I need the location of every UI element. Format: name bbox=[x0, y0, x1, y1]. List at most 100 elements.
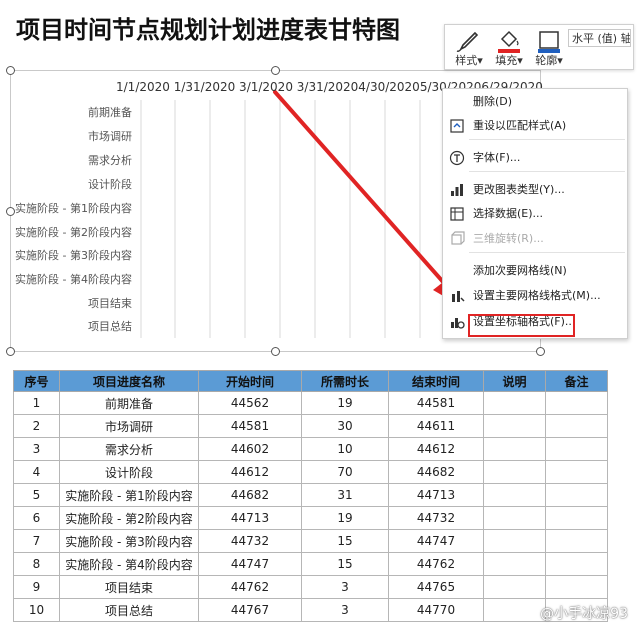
table-cell[interactable]: 44602 bbox=[198, 437, 302, 461]
table-row: 2 市场调研 44581 30 44611 bbox=[13, 414, 608, 438]
table-cell[interactable]: 44747 bbox=[198, 552, 302, 576]
table-cell[interactable]: 44762 bbox=[388, 552, 484, 576]
table-cell[interactable] bbox=[483, 414, 546, 438]
table-cell[interactable]: 15 bbox=[301, 529, 389, 553]
table-cell[interactable]: 前期准备 bbox=[59, 391, 199, 415]
menu-item-label: 删除(D) bbox=[473, 95, 513, 108]
table-cell[interactable]: 44612 bbox=[198, 460, 302, 484]
table-cell[interactable]: 44713 bbox=[388, 483, 484, 507]
menu-item-5[interactable]: 选择数据(E)... bbox=[443, 203, 627, 225]
table-cell[interactable]: 44562 bbox=[198, 391, 302, 415]
y-axis-category-label: 需求分析 bbox=[88, 154, 132, 167]
table-cell[interactable]: 市场调研 bbox=[59, 414, 199, 438]
table-cell[interactable] bbox=[483, 598, 546, 622]
table-cell[interactable]: 设计阶段 bbox=[59, 460, 199, 484]
table-cell[interactable]: 实施阶段 - 第3阶段内容 bbox=[59, 529, 199, 553]
table-cell[interactable]: 44770 bbox=[388, 598, 484, 622]
table-cell[interactable]: 44732 bbox=[388, 506, 484, 530]
table-cell[interactable] bbox=[545, 506, 608, 530]
table-cell[interactable]: 44581 bbox=[388, 391, 484, 415]
table-cell[interactable]: 15 bbox=[301, 552, 389, 576]
table-header-cell[interactable]: 开始时间 bbox=[198, 370, 302, 392]
table-cell[interactable] bbox=[483, 391, 546, 415]
table-cell[interactable]: 项目总结 bbox=[59, 598, 199, 622]
chart-element-select[interactable]: 水平 (值) 轴 bbox=[568, 29, 631, 47]
table-cell[interactable]: 2 bbox=[13, 414, 60, 438]
table-cell[interactable] bbox=[545, 391, 608, 415]
table-cell[interactable]: 10 bbox=[301, 437, 389, 461]
table-cell[interactable] bbox=[545, 552, 608, 576]
menu-item-2[interactable]: 重设以匹配样式(A) bbox=[443, 115, 627, 137]
table-cell[interactable]: 8 bbox=[13, 552, 60, 576]
table-cell[interactable] bbox=[483, 437, 546, 461]
table-cell[interactable]: 44762 bbox=[198, 575, 302, 599]
table-cell[interactable]: 4 bbox=[13, 460, 60, 484]
style-button[interactable]: 样式▾ bbox=[449, 27, 489, 67]
table-cell[interactable]: 5 bbox=[13, 483, 60, 507]
table-cell[interactable]: 44732 bbox=[198, 529, 302, 553]
table-cell[interactable]: 需求分析 bbox=[59, 437, 199, 461]
menu-item-1[interactable]: 删除(D) bbox=[443, 91, 627, 113]
table-cell[interactable]: 19 bbox=[301, 391, 389, 415]
table-header-cell[interactable]: 备注 bbox=[545, 370, 608, 392]
table-cell[interactable]: 44765 bbox=[388, 575, 484, 599]
table-cell[interactable] bbox=[483, 506, 546, 530]
table-cell[interactable]: 3 bbox=[13, 437, 60, 461]
menu-item-label: 设置主要网格线格式(M)... bbox=[473, 289, 601, 302]
menu-item-8[interactable]: 设置主要网格线格式(M)... bbox=[443, 285, 627, 307]
table-row: 8 实施阶段 - 第4阶段内容 44747 15 44762 bbox=[13, 552, 608, 576]
table-cell[interactable]: 70 bbox=[301, 460, 389, 484]
fill-button[interactable]: 填充▾ bbox=[489, 27, 529, 67]
table-cell[interactable]: 44611 bbox=[388, 414, 484, 438]
table-cell[interactable]: 19 bbox=[301, 506, 389, 530]
menu-item-label: 重设以匹配样式(A) bbox=[473, 119, 567, 132]
table-header-cell[interactable]: 项目进度名称 bbox=[59, 370, 199, 392]
paint-bucket-icon bbox=[498, 30, 520, 53]
table-cell[interactable] bbox=[545, 437, 608, 461]
table-cell[interactable]: 10 bbox=[13, 598, 60, 622]
table-cell[interactable]: 实施阶段 - 第1阶段内容 bbox=[59, 483, 199, 507]
y-axis-category-label: 实施阶段 - 第3阶段内容 bbox=[15, 249, 132, 262]
menu-item-7[interactable]: 添加次要网格线(N) bbox=[443, 260, 627, 282]
table-cell[interactable]: 6 bbox=[13, 506, 60, 530]
table-cell[interactable]: 44682 bbox=[388, 460, 484, 484]
table-row: 3 需求分析 44602 10 44612 bbox=[13, 437, 608, 461]
table-cell[interactable] bbox=[483, 575, 546, 599]
table-cell[interactable]: 44767 bbox=[198, 598, 302, 622]
table-cell[interactable]: 44713 bbox=[198, 506, 302, 530]
table-cell[interactable]: 44747 bbox=[388, 529, 484, 553]
table-cell[interactable]: 3 bbox=[301, 575, 389, 599]
outline-button[interactable]: 轮廓▾ bbox=[529, 27, 569, 67]
table-header-cell[interactable]: 所需时长 bbox=[301, 370, 389, 392]
table-cell[interactable] bbox=[545, 414, 608, 438]
schedule-table: 序号 项目进度名称 开始时间 所需时长 结束时间 说明 备注 1 前期准备 44562 19 445… bbox=[13, 370, 608, 622]
table-cell[interactable] bbox=[483, 483, 546, 507]
menu-item-3[interactable]: 字体(F)... bbox=[443, 147, 627, 169]
table-cell[interactable] bbox=[483, 552, 546, 576]
table-cell[interactable] bbox=[483, 460, 546, 484]
table-cell[interactable] bbox=[545, 460, 608, 484]
table-cell[interactable]: 项目结束 bbox=[59, 575, 199, 599]
table-header-cell[interactable]: 序号 bbox=[13, 370, 60, 392]
table-cell[interactable]: 3 bbox=[301, 598, 389, 622]
context-menu: 删除(D) 重设以匹配样式(A) 字体(F)... 更改图表类型(Y)... 选择数据(… bbox=[442, 88, 628, 339]
table-cell[interactable]: 9 bbox=[13, 575, 60, 599]
table-header-cell[interactable]: 说明 bbox=[483, 370, 546, 392]
table-header-cell[interactable]: 结束时间 bbox=[388, 370, 484, 392]
table-cell[interactable]: 30 bbox=[301, 414, 389, 438]
watermark: @小手冰凉93 bbox=[540, 606, 628, 622]
table-cell[interactable] bbox=[545, 575, 608, 599]
table-cell[interactable]: 1 bbox=[13, 391, 60, 415]
table-cell[interactable] bbox=[545, 529, 608, 553]
table-cell[interactable]: 实施阶段 - 第4阶段内容 bbox=[59, 552, 199, 576]
table-cell[interactable]: 44581 bbox=[198, 414, 302, 438]
table-cell[interactable] bbox=[545, 483, 608, 507]
table-cell[interactable]: 44682 bbox=[198, 483, 302, 507]
table-cell[interactable]: 7 bbox=[13, 529, 60, 553]
table-cell[interactable]: 实施阶段 - 第2阶段内容 bbox=[59, 506, 199, 530]
table-row: 7 实施阶段 - 第3阶段内容 44732 15 44747 bbox=[13, 529, 608, 553]
table-cell[interactable]: 44612 bbox=[388, 437, 484, 461]
table-cell[interactable]: 31 bbox=[301, 483, 389, 507]
table-cell[interactable] bbox=[483, 529, 546, 553]
menu-item-4[interactable]: 更改图表类型(Y)... bbox=[443, 179, 627, 201]
